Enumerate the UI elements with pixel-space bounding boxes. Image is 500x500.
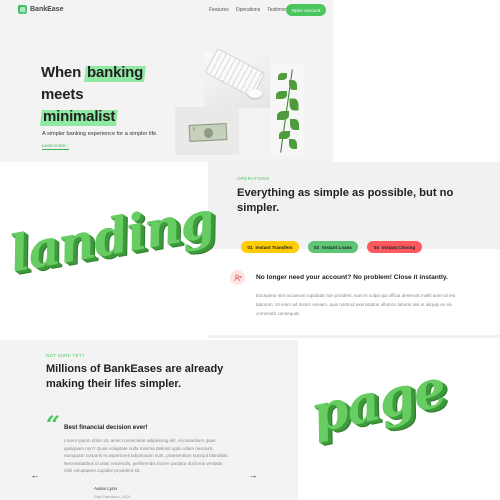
testimonial-heading: Best financial decision ever! [64,424,148,431]
logo-icon [18,5,27,14]
plant-leaf [289,139,297,149]
testimonials-section: NOT SURE YET? Millions of BankEases are … [0,340,298,500]
tab-instant-transfers[interactable]: 01 Instant Transfers [241,241,299,253]
plant-leaf [278,73,287,80]
hero-heading-text-1: When [41,64,85,81]
plant-leaf [289,98,299,111]
highlight-banking-text: banking [87,64,144,81]
dollar-bill-image [175,107,239,155]
highlight-banking: banking [83,62,147,84]
keyboard-image [204,47,270,108]
operations-tabs: 01 Instant Transfers 02 Instant Loans 03 In… [241,241,422,253]
user-x-icon [230,270,245,285]
tab-number: 03 [373,244,379,250]
slider-next-arrow-icon[interactable]: → [247,469,259,481]
operations-section: OPERATIONS Everything as simple as possi… [208,162,500,338]
hero-section: BankEase Features Operations Testimonial… [0,0,333,162]
mouse-shape [248,89,262,98]
tab-label: Instant Transfers [255,244,293,250]
page: BankEase Features Operations Testimonial… [0,0,500,500]
testimonial-body: Lorem ipsum dolor sit, amet consectetur … [64,438,229,474]
plant-leaf [290,119,299,130]
dollar-bill-shape [188,123,228,142]
tab-instant-loans[interactable]: 02 Instant Loans [308,241,358,253]
hero-heading: When banking meets minimalist [39,62,147,128]
nav-link-features[interactable]: Features [209,7,229,13]
tab-label: Instant Closing [381,244,416,250]
tab-number: 01 [247,244,253,250]
page-word-art: page [305,357,451,446]
operations-card-title: No longer need your account? No problem!… [256,274,448,281]
highlight-minimalist-text: minimalist [43,108,116,125]
plant-image [270,63,304,155]
operations-title: Everything as simple as possible, but no… [237,187,454,214]
operations-content-card: No longer need your account? No problem!… [208,249,500,335]
plant-leaf [277,111,289,120]
hero-heading-text-2: meets [41,86,84,103]
user-x-icon-glyph [233,274,242,281]
tab-instant-closing[interactable]: 03 Instant Closing [367,241,422,253]
testimonial-author-name: Aarav Lynn [94,486,118,491]
learn-more-link[interactable]: Learn more ↓ [42,143,70,150]
operations-eyebrow: OPERATIONS [237,176,270,181]
open-account-button[interactable]: Open account [286,4,326,16]
quote-mark-icon: “ [46,410,60,439]
plant-leaf [276,91,287,99]
plant-leaf [279,131,290,139]
logo-text: BankEase [30,6,64,13]
navbar: BankEase Features Operations Testimonial… [0,0,333,22]
slider-prev-arrow-icon[interactable]: ← [29,469,41,481]
testimonials-title: Millions of BankEases are already making… [46,363,224,390]
plant-leaf [289,80,297,90]
tab-number: 02 [314,244,320,250]
logo[interactable]: BankEase [18,5,63,14]
highlight-minimalist: minimalist [39,106,119,128]
tab-label: Instant Loans [322,244,352,250]
operations-card-body: Excepteur sint occaecat cupidatat non pr… [256,293,456,316]
nav-link-operations[interactable]: Operations [236,7,260,13]
hero-subtitle: A simpler banking experience for a simpl… [42,131,158,137]
testimonial-author-location: San Francisco, USA [94,494,131,499]
nav-links: Features Operations Testimonials [209,7,295,13]
testimonials-eyebrow: NOT SURE YET? [46,353,85,358]
